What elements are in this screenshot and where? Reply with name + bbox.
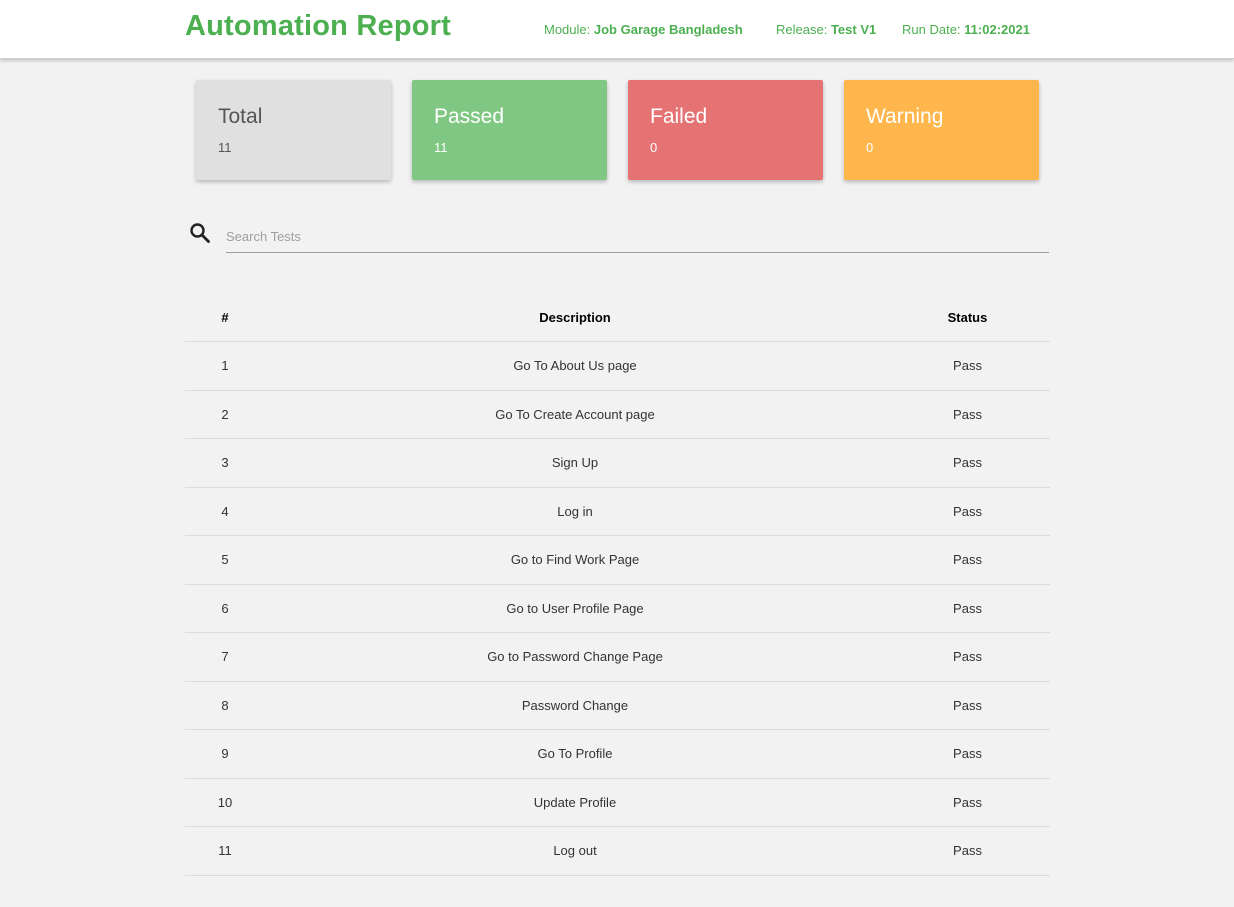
total-label: Total bbox=[218, 105, 263, 128]
release-value: Test V1 bbox=[830, 22, 877, 37]
row-description: Go to Password Change Page bbox=[265, 632, 885, 682]
row-status: Pass bbox=[885, 390, 1050, 439]
row-num: 10 bbox=[185, 778, 265, 827]
row-num: 7 bbox=[185, 632, 265, 682]
table-row: 10 Update Profile Pass bbox=[185, 778, 1050, 827]
search-input[interactable] bbox=[226, 221, 1049, 253]
failed-count: 0 bbox=[650, 140, 658, 155]
header-description: Description bbox=[265, 294, 885, 342]
row-description: Log out bbox=[265, 826, 885, 876]
total-count: 11 bbox=[218, 140, 232, 155]
search-icon bbox=[189, 222, 211, 244]
row-status: Pass bbox=[885, 535, 1050, 585]
total-card: Total 11 bbox=[196, 80, 391, 180]
row-num: 4 bbox=[185, 487, 265, 536]
table-row: 9 Go To Profile Pass bbox=[185, 729, 1050, 779]
table-row: 6 Go to User Profile Page Pass bbox=[185, 584, 1050, 633]
warning-count: 0 bbox=[866, 140, 874, 155]
table-row: 3 Sign Up Pass bbox=[185, 438, 1050, 488]
row-status: Pass bbox=[885, 584, 1050, 633]
warning-card: Warning 0 bbox=[844, 80, 1039, 180]
table-row: 4 Log in Pass bbox=[185, 487, 1050, 536]
row-num: 9 bbox=[185, 729, 265, 779]
failed-card: Failed 0 bbox=[628, 80, 823, 180]
module-info: Module: Job Garage Bangladesh bbox=[544, 22, 743, 37]
table-row: 8 Password Change Pass bbox=[185, 681, 1050, 730]
passed-count: 11 bbox=[434, 140, 448, 155]
module-value: Job Garage Bangladesh bbox=[593, 22, 743, 37]
row-description: Go to Find Work Page bbox=[265, 535, 885, 585]
run-date-info: Run Date: 11:02:2021 bbox=[902, 22, 1030, 37]
row-num: 2 bbox=[185, 390, 265, 439]
row-description: Sign Up bbox=[265, 438, 885, 488]
table-row: 7 Go to Password Change Page Pass bbox=[185, 632, 1050, 682]
row-num: 5 bbox=[185, 535, 265, 585]
warning-label: Warning bbox=[866, 105, 944, 128]
passed-label: Passed bbox=[434, 105, 505, 128]
passed-card: Passed 11 bbox=[412, 80, 607, 180]
row-description: Go to User Profile Page bbox=[265, 584, 885, 633]
row-status: Pass bbox=[885, 632, 1050, 682]
release-label: Release: bbox=[776, 22, 828, 37]
row-status: Pass bbox=[885, 826, 1050, 876]
row-status: Pass bbox=[885, 729, 1050, 779]
row-num: 11 bbox=[185, 826, 265, 876]
table-row: 5 Go to Find Work Page Pass bbox=[185, 535, 1050, 585]
row-status: Pass bbox=[885, 341, 1050, 391]
row-status: Pass bbox=[885, 778, 1050, 827]
row-num: 8 bbox=[185, 681, 265, 730]
row-description: Go To About Us page bbox=[265, 341, 885, 391]
row-status: Pass bbox=[885, 438, 1050, 488]
table-row: 11 Log out Pass bbox=[185, 826, 1050, 876]
row-description: Update Profile bbox=[265, 778, 885, 827]
run-date-label: Run Date: bbox=[902, 22, 961, 37]
header-status: Status bbox=[885, 294, 1050, 342]
table-row: 1 Go To About Us page Pass bbox=[185, 341, 1050, 391]
release-info: Release: Test V1 bbox=[776, 22, 876, 37]
report-header: Automation Report Module: Job Garage Ban… bbox=[0, 0, 1234, 59]
row-description: Log in bbox=[265, 487, 885, 536]
row-num: 6 bbox=[185, 584, 265, 633]
row-description: Go To Profile bbox=[265, 729, 885, 779]
row-status: Pass bbox=[885, 681, 1050, 730]
table-header-row: # Description Status bbox=[185, 294, 1050, 342]
failed-label: Failed bbox=[650, 105, 708, 128]
row-num: 1 bbox=[185, 341, 265, 391]
row-description: Go To Create Account page bbox=[265, 390, 885, 439]
page-title: Automation Report bbox=[185, 10, 451, 42]
row-description: Password Change bbox=[265, 681, 885, 730]
module-label: Module: bbox=[544, 22, 591, 37]
table-row: 2 Go To Create Account page Pass bbox=[185, 390, 1050, 439]
run-date-value: 11:02:2021 bbox=[964, 22, 1030, 37]
row-num: 3 bbox=[185, 438, 265, 488]
row-status: Pass bbox=[885, 487, 1050, 536]
header-num: # bbox=[185, 294, 265, 342]
results-table: # Description Status 1 Go To About Us pa… bbox=[185, 294, 1050, 876]
